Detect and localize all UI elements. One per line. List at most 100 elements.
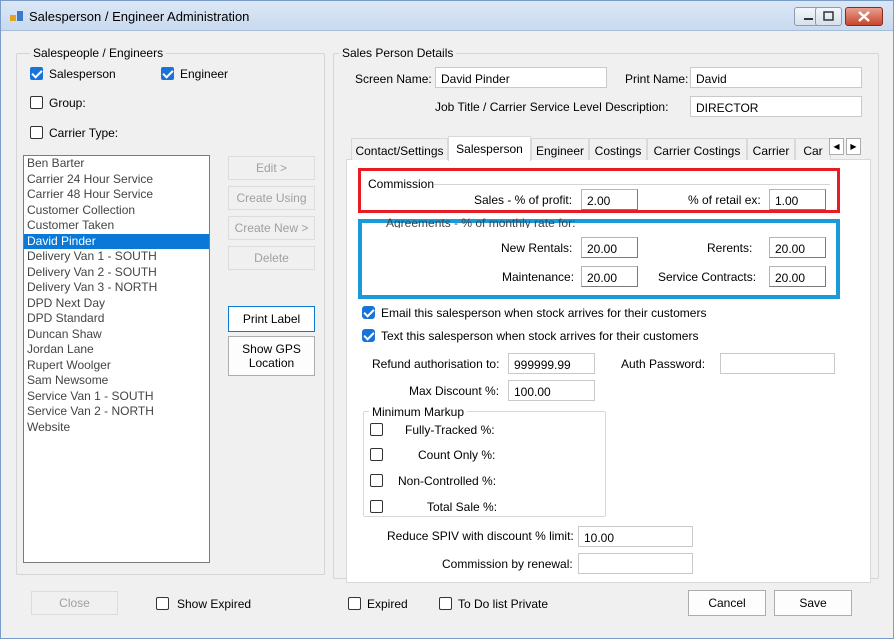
- list-item[interactable]: Service Van 2 - NORTH: [24, 404, 209, 420]
- title-bar[interactable]: Salesperson / Engineer Administration: [1, 1, 893, 31]
- print-name-input[interactable]: David: [690, 67, 862, 88]
- maintenance-input[interactable]: 20.00: [581, 266, 638, 287]
- show-expired-label: Show Expired: [177, 597, 252, 611]
- delete-button[interactable]: Delete: [228, 246, 315, 270]
- list-item[interactable]: Jordan Lane: [24, 342, 209, 358]
- cancel-button[interactable]: Cancel: [688, 590, 766, 616]
- service-contracts-label: Service Contracts:: [658, 270, 757, 284]
- salespeople-group-label: Salespeople / Engineers: [30, 46, 167, 60]
- create-new-button[interactable]: Create New >: [228, 216, 315, 240]
- group-checkbox-label: Group:: [49, 96, 86, 110]
- show-gps-location-button[interactable]: Show GPS Location: [228, 336, 315, 376]
- retail-ex-input[interactable]: 1.00: [769, 189, 826, 210]
- email-on-stock-checkbox[interactable]: [362, 306, 375, 319]
- list-item[interactable]: Customer Taken: [24, 218, 209, 234]
- todo-private-checkbox[interactable]: [439, 597, 452, 610]
- tab-scroll-left-button[interactable]: ◀: [829, 138, 844, 155]
- agreements-group-label: Agreements - % of monthly rate for:: [386, 216, 576, 228]
- agreements-highlight: [358, 219, 840, 299]
- tab-scroll-right-button[interactable]: ▶: [846, 138, 861, 155]
- salespeople-list[interactable]: Ben Barter Carrier 24 Hour Service Carrier…: [23, 155, 210, 563]
- auth-password-label: Auth Password:: [621, 357, 706, 371]
- commission-by-renewal-input[interactable]: [578, 553, 693, 574]
- refund-authorisation-input[interactable]: 999999.99: [508, 353, 595, 374]
- minimum-markup-label: Minimum Markup: [369, 405, 468, 419]
- close-window-button[interactable]: [845, 7, 883, 26]
- carrier-type-checkbox[interactable]: [30, 126, 43, 139]
- service-contracts-input[interactable]: 20.00: [769, 266, 826, 287]
- list-item[interactable]: David Pinder: [24, 233, 209, 249]
- sales-profit-input[interactable]: 2.00: [581, 189, 638, 210]
- new-rentals-label: New Rentals:: [501, 241, 573, 255]
- print-label-button[interactable]: Print Label: [228, 306, 315, 332]
- app-icon: [10, 11, 23, 21]
- tab-carrier[interactable]: Carrier: [747, 138, 795, 160]
- fully-tracked-label: Fully-Tracked %:: [405, 423, 495, 437]
- non-controlled-label: Non-Controlled %:: [398, 474, 497, 488]
- sales-profit-label: Sales - % of profit:: [474, 193, 573, 207]
- save-button[interactable]: Save: [774, 590, 852, 616]
- close-button[interactable]: Close: [31, 591, 118, 615]
- tab-strip: Contact/Settings Salesperson Engineer Co…: [351, 136, 831, 161]
- maximize-button[interactable]: [815, 7, 842, 26]
- list-item[interactable]: Delivery Van 3 - NORTH: [24, 280, 209, 296]
- reduce-spiv-label: Reduce SPIV with discount % limit:: [387, 529, 574, 543]
- reduce-spiv-input[interactable]: 10.00: [578, 526, 693, 547]
- rerents-input[interactable]: 20.00: [769, 237, 826, 258]
- maximize-icon: [823, 11, 834, 21]
- list-item[interactable]: Delivery Van 2 - SOUTH: [24, 265, 209, 281]
- edit-button[interactable]: Edit >: [228, 156, 315, 180]
- engineer-checkbox-label: Engineer: [180, 67, 229, 81]
- chevron-right-icon: ▶: [850, 142, 857, 151]
- expired-checkbox[interactable]: [348, 597, 361, 610]
- commission-group-label: Commission: [368, 177, 435, 191]
- show-expired-checkbox[interactable]: [156, 597, 169, 610]
- tab-car-truncated[interactable]: Car: [795, 138, 831, 160]
- screen-name-input[interactable]: David Pinder: [435, 67, 607, 88]
- salesperson-checkbox-label: Salesperson: [49, 67, 116, 81]
- sales-person-details-label: Sales Person Details: [339, 46, 457, 60]
- create-using-button[interactable]: Create Using: [228, 186, 315, 210]
- new-rentals-input[interactable]: 20.00: [581, 237, 638, 258]
- group-checkbox[interactable]: [30, 96, 43, 109]
- list-item[interactable]: Sam Newsome: [24, 373, 209, 389]
- list-item[interactable]: DPD Standard: [24, 311, 209, 327]
- maintenance-label: Maintenance:: [502, 270, 575, 284]
- list-item[interactable]: Carrier 24 Hour Service: [24, 172, 209, 188]
- list-item[interactable]: Duncan Shaw: [24, 327, 209, 343]
- list-item[interactable]: Rupert Woolger: [24, 358, 209, 374]
- max-discount-label: Max Discount %:: [409, 384, 500, 398]
- fully-tracked-checkbox[interactable]: [370, 423, 383, 436]
- tab-carrier-costings[interactable]: Carrier Costings: [647, 138, 747, 160]
- engineer-checkbox[interactable]: [161, 67, 174, 80]
- tab-salesperson[interactable]: Salesperson: [448, 136, 531, 161]
- list-item[interactable]: Customer Collection: [24, 203, 209, 219]
- list-item[interactable]: Service Van 1 - SOUTH: [24, 389, 209, 405]
- commission-divider: [434, 184, 830, 185]
- count-only-checkbox[interactable]: [370, 448, 383, 461]
- max-discount-input[interactable]: 100.00: [508, 380, 595, 401]
- tab-costings[interactable]: Costings: [589, 138, 647, 160]
- text-on-stock-checkbox[interactable]: [362, 329, 375, 342]
- list-item[interactable]: DPD Next Day: [24, 296, 209, 312]
- list-item[interactable]: Ben Barter: [24, 156, 209, 172]
- rerents-label: Rerents:: [707, 241, 753, 255]
- commission-by-renewal-label: Commission by renewal:: [442, 557, 573, 571]
- close-icon: [858, 11, 870, 22]
- non-controlled-checkbox[interactable]: [370, 474, 383, 487]
- auth-password-input[interactable]: [720, 353, 835, 374]
- job-title-input[interactable]: DIRECTOR: [690, 96, 862, 117]
- tab-engineer[interactable]: Engineer: [531, 138, 589, 160]
- list-item[interactable]: Delivery Van 1 - SOUTH: [24, 249, 209, 265]
- total-sale-checkbox[interactable]: [370, 500, 383, 513]
- retail-ex-label: % of retail ex:: [688, 193, 761, 207]
- expired-label: Expired: [367, 597, 408, 611]
- count-only-label: Count Only %:: [418, 448, 496, 462]
- salesperson-checkbox[interactable]: [30, 67, 43, 80]
- screen-name-label: Screen Name:: [355, 72, 432, 86]
- list-item[interactable]: Website: [24, 420, 209, 436]
- carrier-type-checkbox-label: Carrier Type:: [49, 126, 119, 140]
- total-sale-label: Total Sale %:: [427, 500, 498, 514]
- list-item[interactable]: Carrier 48 Hour Service: [24, 187, 209, 203]
- tab-contact-settings[interactable]: Contact/Settings: [351, 138, 448, 160]
